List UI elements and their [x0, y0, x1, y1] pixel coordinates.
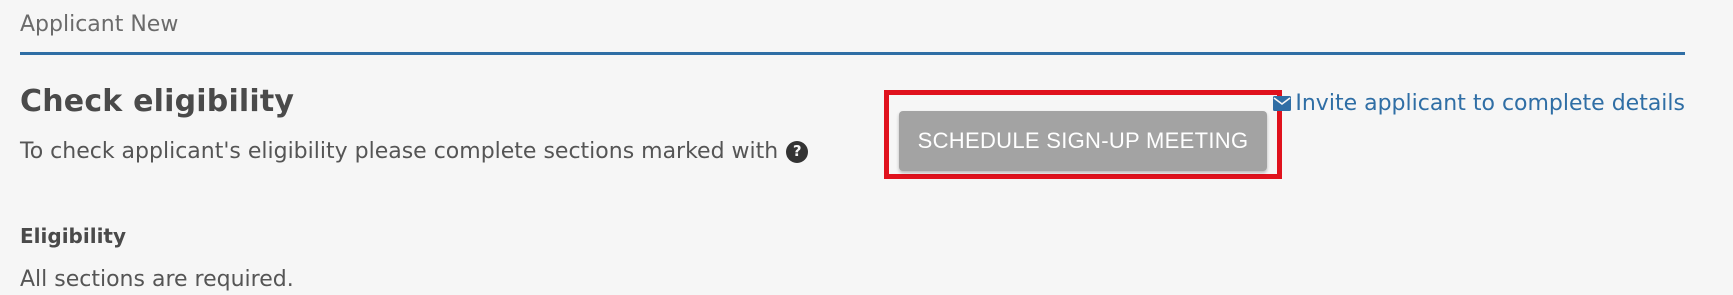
question-circle-icon: ?: [786, 140, 809, 163]
eligibility-heading: Eligibility: [20, 224, 127, 248]
eligibility-instructions: To check applicant's eligibility please …: [20, 139, 809, 164]
required-note: All sections are required.: [20, 267, 294, 292]
applicant-name: Applicant New: [20, 12, 179, 37]
schedule-sign-up-meeting-button[interactable]: SCHEDULE SIGN-UP MEETING: [899, 111, 1267, 171]
envelope-icon: [1273, 96, 1292, 111]
check-eligibility-title: Check eligibility: [20, 84, 295, 119]
title-divider: [20, 52, 1685, 55]
invite-link-label: Invite applicant to complete details: [1295, 91, 1685, 116]
eligibility-instructions-text: To check applicant's eligibility please …: [20, 139, 779, 164]
invite-applicant-link[interactable]: Invite applicant to complete details: [1273, 91, 1685, 116]
